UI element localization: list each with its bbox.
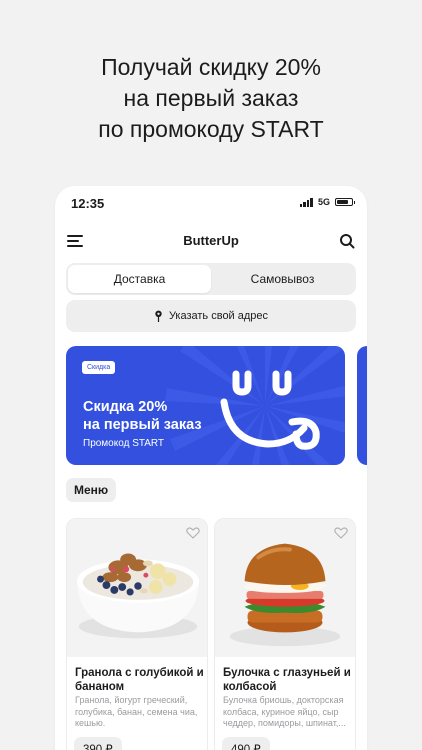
product-name: Булочка с глазуньей и колбасой [223, 667, 351, 693]
battery-level [337, 200, 348, 204]
status-time: 12:35 [71, 196, 105, 211]
battery-icon [335, 198, 355, 206]
status-indicators: 5G [299, 197, 355, 207]
menu-category-chip[interactable]: Меню [66, 478, 117, 502]
favorite-heart-icon[interactable] [186, 527, 200, 539]
next-banner-peek[interactable] [357, 346, 367, 465]
promo-headline-line2: на первый заказ [123, 85, 299, 111]
tab-pickup[interactable]: Самовывоз [211, 265, 354, 293]
favorite-heart-icon[interactable] [334, 527, 348, 539]
network-type: 5G [317, 197, 330, 207]
search-icon[interactable] [339, 233, 355, 249]
product-card[interactable]: Булочка с глазуньей и колбасой Булочка б… [214, 518, 356, 750]
signal-icon [299, 197, 313, 207]
product-description: Булочка бриошь, докторская колбаса, кури… [223, 695, 346, 728]
banner-title-line1: Скидка 20% [83, 399, 168, 415]
discount-banner[interactable]: Скидка Скидка 20% на первый заказ Промок… [66, 346, 345, 465]
product-card[interactable]: Гранола с голубикой и бананом Гранола, й… [66, 518, 208, 750]
promo-headline: Получай скидку 20% на первый заказ по пр… [0, 52, 422, 145]
banner-title-line2: на первый заказ [83, 417, 202, 433]
map-pin-icon [155, 310, 162, 322]
product-price-button[interactable]: 490 ₽ [222, 737, 270, 750]
smiley-logo-icon [220, 370, 320, 450]
product-price-button[interactable]: 390 ₽ [74, 737, 122, 750]
product-name: Гранола с голубикой и бананом [75, 667, 204, 693]
phone-screen: 12:35 5G ButterUp Доставка Самовывоз Ука… [55, 186, 367, 750]
product-image-burger [215, 519, 355, 657]
app-header: ButterUp [55, 230, 367, 252]
app-title: ButterUp [183, 233, 239, 248]
status-bar: 12:35 5G [55, 186, 367, 222]
tab-delivery[interactable]: Доставка [68, 265, 211, 293]
promo-headline-line1: Получай скидку 20% [101, 54, 321, 80]
banner-promo-code: Промокод START [83, 438, 165, 449]
product-image-granola [67, 519, 207, 657]
product-description: Гранола, йогурт греческий, голубика, бан… [75, 695, 198, 728]
set-address-button[interactable]: Указать свой адрес [66, 300, 356, 332]
banner-title: Скидка 20% на первый заказ [83, 398, 202, 434]
delivery-mode-switch: Доставка Самовывоз [66, 263, 356, 295]
promo-headline-line3: по промокоду START [98, 116, 324, 142]
discount-badge: Скидка [82, 361, 116, 374]
set-address-label: Указать свой адрес [168, 310, 269, 322]
